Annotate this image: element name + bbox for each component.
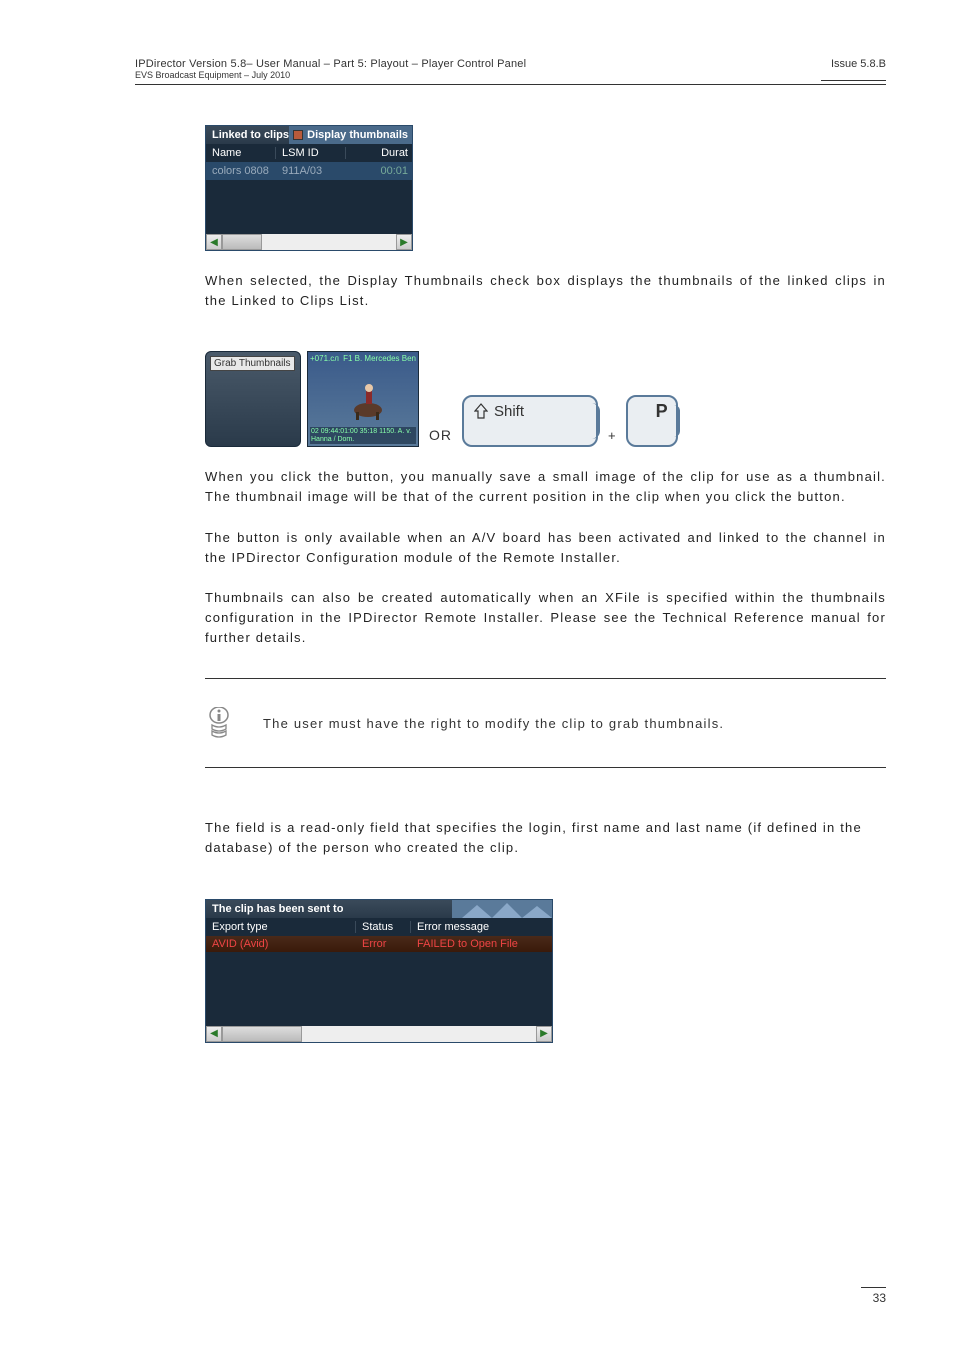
thumb-top-left: +071.cл bbox=[310, 354, 339, 363]
table-body-empty bbox=[206, 952, 552, 1026]
paragraph-display-thumbnails: When selected, the Display Thumbnails ch… bbox=[205, 271, 886, 311]
shift-label: Shift bbox=[494, 403, 524, 420]
thumb-top-right: F1 B. Mercedes Ben bbox=[343, 354, 416, 363]
panel-title: Linked to clips bbox=[206, 129, 289, 141]
table-row[interactable]: colors 0808 911A/03 00:01 bbox=[206, 162, 412, 180]
p-key: P bbox=[626, 395, 678, 447]
checkbox-icon[interactable] bbox=[293, 130, 303, 140]
scroll-thumb[interactable] bbox=[222, 1026, 302, 1042]
plus-label: + bbox=[608, 428, 616, 443]
horizontal-scrollbar[interactable]: ◀ ▶ bbox=[206, 234, 412, 250]
scroll-left-icon[interactable]: ◀ bbox=[206, 234, 222, 250]
grab-thumbnails-button-graphic: Grab Thumbnails bbox=[205, 351, 301, 447]
note-icon bbox=[205, 707, 233, 739]
panel2-title-decoration bbox=[452, 900, 552, 918]
display-thumbnails-toggle[interactable]: Display thumbnails bbox=[289, 126, 412, 144]
page-number: 33 bbox=[873, 1291, 886, 1305]
cell-name: colors 0808 bbox=[206, 165, 276, 177]
shift-key: Shift bbox=[462, 395, 598, 447]
cell-duration: 00:01 bbox=[346, 165, 412, 177]
paragraph-owner-field: The field is a read-only field that spec… bbox=[205, 818, 886, 858]
clip-sent-panel: The clip has been sent to Export type St… bbox=[205, 899, 553, 1043]
grab-thumbnails-label: Grab Thumbnails bbox=[210, 356, 295, 371]
paragraph-grab-click: When you click the button, you manually … bbox=[205, 467, 886, 507]
shift-arrow-icon bbox=[474, 403, 488, 419]
display-thumbnails-label: Display thumbnails bbox=[307, 129, 408, 141]
table-body-empty bbox=[206, 180, 412, 234]
thumbnail-preview: +071.cл F1 B. Mercedes Ben 02 09:44:01:0… bbox=[307, 351, 419, 447]
scroll-track[interactable] bbox=[222, 1026, 536, 1042]
cell-export-type: AVID (Avid) bbox=[206, 938, 356, 950]
col-duration: Durat bbox=[346, 147, 412, 159]
header-rule-right bbox=[821, 80, 886, 81]
header-issue: Issue 5.8.B bbox=[831, 58, 886, 70]
panel2-header: Export type Status Error message bbox=[206, 918, 552, 936]
header-subtitle: EVS Broadcast Equipment – July 2010 bbox=[135, 70, 526, 80]
p-label: P bbox=[656, 401, 668, 422]
header-rule bbox=[135, 84, 886, 85]
col-status: Status bbox=[356, 921, 411, 933]
scroll-left-icon[interactable]: ◀ bbox=[206, 1026, 222, 1042]
col-name: Name bbox=[206, 147, 276, 159]
footer-rule bbox=[861, 1287, 886, 1288]
cell-error-message: FAILED to Open File bbox=[411, 938, 552, 950]
or-label: OR bbox=[429, 427, 452, 443]
cell-lsmid: 911A/03 bbox=[276, 165, 346, 177]
paragraph-av-board: The button is only available when an A/V… bbox=[205, 528, 886, 568]
linked-to-clips-panel: Linked to clips Display thumbnails Name … bbox=[205, 125, 413, 251]
horizontal-scrollbar[interactable]: ◀ ▶ bbox=[206, 1026, 552, 1042]
paragraph-xfile: Thumbnails can also be created automatic… bbox=[205, 588, 886, 648]
table-header: Name LSM ID Durat bbox=[206, 144, 412, 162]
table-row[interactable]: AVID (Avid) Error FAILED to Open File bbox=[206, 936, 552, 952]
thumb-caption: 02 09:44:01:00 35:18 1150. A. v. Hanna /… bbox=[310, 427, 416, 444]
col-lsmid: LSM ID bbox=[276, 147, 346, 159]
scroll-track[interactable] bbox=[222, 234, 396, 250]
panel2-title: The clip has been sent to bbox=[206, 900, 452, 918]
cell-status: Error bbox=[356, 938, 411, 950]
note-block: The user must have the right to modify t… bbox=[205, 678, 886, 768]
horse-rider-icon bbox=[348, 380, 388, 420]
scroll-right-icon[interactable]: ▶ bbox=[396, 234, 412, 250]
col-export-type: Export type bbox=[206, 921, 356, 933]
grab-thumbnails-figure: Grab Thumbnails +071.cл F1 B. Mercedes B… bbox=[205, 351, 886, 447]
scroll-right-icon[interactable]: ▶ bbox=[536, 1026, 552, 1042]
scroll-thumb[interactable] bbox=[222, 234, 262, 250]
col-error-message: Error message bbox=[411, 921, 552, 933]
note-text: The user must have the right to modify t… bbox=[263, 716, 724, 731]
header-title: IPDirector Version 5.8– User Manual – Pa… bbox=[135, 58, 526, 70]
